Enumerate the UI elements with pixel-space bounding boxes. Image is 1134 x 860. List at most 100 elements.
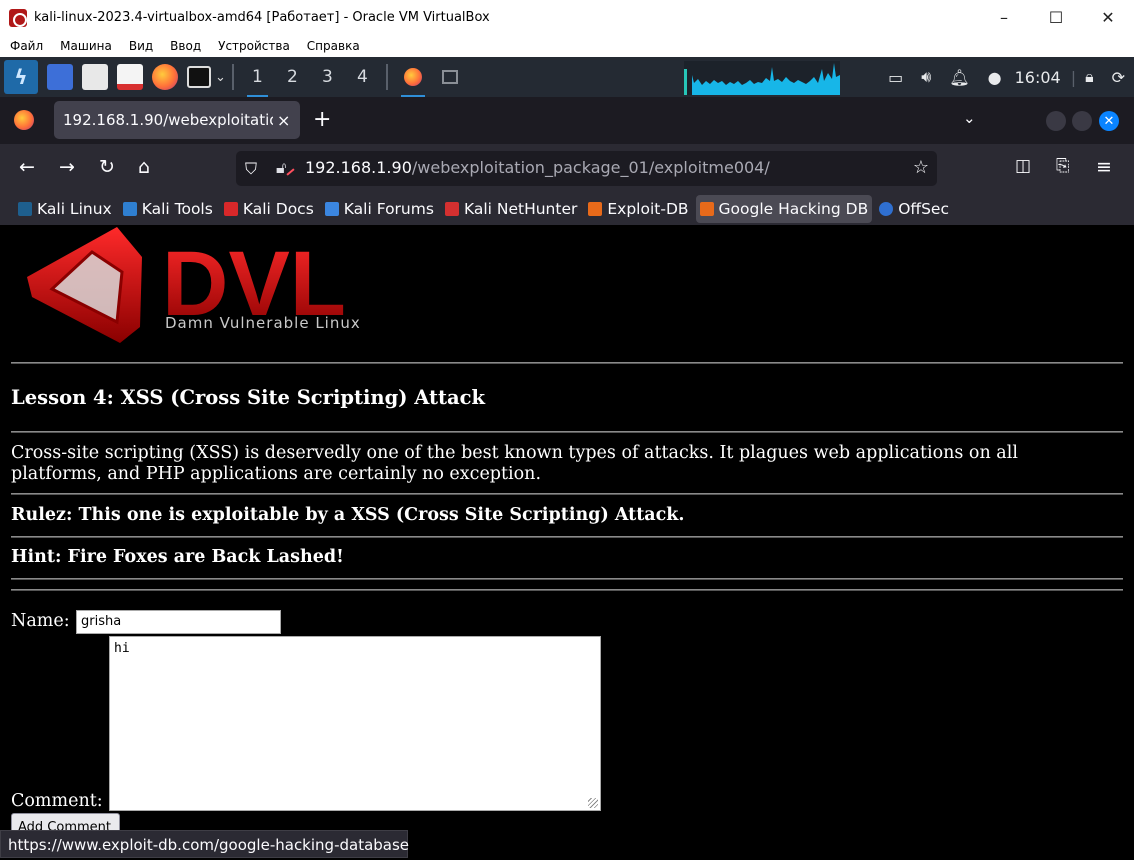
back-button[interactable]: ← bbox=[19, 156, 35, 178]
divider bbox=[11, 578, 1123, 580]
menu-file[interactable]: Файл bbox=[10, 39, 43, 53]
logout-icon[interactable]: ⟳ bbox=[1112, 68, 1125, 87]
window-minimize-button[interactable] bbox=[1046, 111, 1066, 131]
bookmark-star-icon[interactable]: ☆ bbox=[913, 157, 929, 178]
lesson-title: Lesson 4: XSS (Cross Site Scripting) Att… bbox=[11, 386, 486, 409]
intro-paragraph: Cross-site scripting (XSS) is deservedly… bbox=[11, 443, 1018, 484]
tracking-protection-shield-icon[interactable]: ⛉ bbox=[245, 159, 257, 179]
workspace-3[interactable]: 3 bbox=[310, 57, 345, 97]
link-status-bar: https://www.exploit-db.com/google-hackin… bbox=[0, 830, 409, 858]
show-desktop-icon[interactable] bbox=[47, 64, 73, 90]
bookmark-kali-forums[interactable]: Kali Forums bbox=[321, 195, 438, 223]
exploit-db-icon bbox=[588, 201, 603, 216]
close-button[interactable]: ✕ bbox=[1082, 0, 1134, 35]
menu-help[interactable]: Справка bbox=[307, 39, 360, 53]
network-monitor-graph bbox=[684, 61, 840, 95]
name-input[interactable]: grisha bbox=[76, 610, 281, 634]
comment-textarea[interactable]: hi bbox=[109, 636, 601, 811]
workspace-1[interactable]: 1 bbox=[240, 57, 275, 97]
menu-input[interactable]: Ввод bbox=[170, 39, 201, 53]
url-text[interactable]: 192.168.1.90/webexploitation_package_01/… bbox=[305, 158, 770, 177]
bookmark-label: Kali Linux bbox=[37, 199, 112, 218]
hamburger-menu-icon[interactable]: ≡ bbox=[1096, 156, 1112, 178]
url-host: 192.168.1.90 bbox=[305, 158, 412, 177]
google-hacking-db-icon bbox=[699, 201, 714, 216]
taskbar-firefox-window[interactable] bbox=[394, 57, 432, 97]
comment-label: Comment: bbox=[11, 791, 103, 811]
window-maximize-button[interactable] bbox=[1072, 111, 1092, 131]
kali-menu-icon[interactable]: ϟ bbox=[4, 60, 38, 94]
menu-devices[interactable]: Устройства bbox=[218, 39, 290, 53]
display-icon[interactable]: ▭ bbox=[888, 68, 903, 87]
volume-icon[interactable]: 🔊︎ bbox=[921, 67, 931, 87]
rulez-text: Rulez: This one is exploitable by a XSS … bbox=[11, 505, 685, 525]
bookmark-label: Kali Docs bbox=[242, 199, 314, 218]
taskbar-terminal-window[interactable] bbox=[432, 57, 468, 97]
extensions-icon[interactable]: ⎘ bbox=[1056, 156, 1070, 176]
new-tab-button[interactable]: + bbox=[313, 107, 331, 132]
bookmark-label: Exploit-DB bbox=[607, 199, 689, 218]
divider bbox=[11, 536, 1123, 538]
dvl-logo: DVL Damn Vulnerable Linux bbox=[27, 227, 361, 343]
window-close-button[interactable]: ✕ bbox=[1099, 111, 1119, 131]
resize-grip-icon[interactable] bbox=[588, 798, 598, 808]
tab-label: 192.168.1.90/webexploitation_package_01/… bbox=[63, 111, 273, 129]
url-path: /webexploitation_package_01/exploitme004… bbox=[411, 158, 770, 177]
bookmark-kali-docs[interactable]: Kali Docs bbox=[220, 195, 318, 223]
bookmark-label: Kali Tools bbox=[141, 199, 213, 218]
menu-machine[interactable]: Машина bbox=[60, 39, 112, 53]
workspace-2[interactable]: 2 bbox=[275, 57, 310, 97]
page-content: DVL Damn Vulnerable Linux Lesson 4: XSS … bbox=[0, 225, 1134, 860]
bookmark-label: Kali NetHunter bbox=[463, 199, 578, 218]
bookmark-kali-nethunter[interactable]: Kali NetHunter bbox=[441, 195, 581, 223]
bookmarks-toolbar: Kali Linux Kali Tools Kali Docs Kali For… bbox=[0, 192, 1134, 225]
menu-view[interactable]: Вид bbox=[129, 39, 153, 53]
firefox-icon[interactable] bbox=[152, 64, 178, 90]
kali-forums-icon bbox=[324, 201, 339, 216]
name-label: Name: bbox=[11, 611, 70, 631]
bookmark-exploit-db[interactable]: Exploit-DB bbox=[584, 195, 692, 223]
insecure-lock-icon[interactable]: 🔓︎ bbox=[276, 158, 286, 178]
firefox-view-icon[interactable] bbox=[14, 110, 34, 130]
bookmark-google-hacking-db[interactable]: Google Hacking DB bbox=[695, 194, 873, 223]
panel-separator bbox=[231, 64, 234, 90]
pocket-icon[interactable]: ◫ bbox=[1015, 156, 1031, 176]
file-manager-icon[interactable] bbox=[82, 64, 108, 90]
url-bar[interactable]: ⛉ 🔓︎ 192.168.1.90/webexploitation_packag… bbox=[236, 151, 937, 186]
hint-text: Hint: Fire Foxes are Back Lashed! bbox=[11, 547, 344, 567]
lock-screen-icon[interactable]: 🔒︎ bbox=[1085, 67, 1094, 87]
divider bbox=[11, 589, 1123, 591]
window-title: kali-linux-2023.4-virtualbox-amd64 [Рабо… bbox=[34, 10, 490, 25]
home-button[interactable]: ⌂ bbox=[138, 156, 150, 178]
kali-linux-icon bbox=[18, 201, 32, 216]
notification-bell-icon[interactable]: 🔔︎ bbox=[949, 68, 969, 87]
chevron-down-icon[interactable]: ⌄ bbox=[215, 70, 226, 85]
virtualbox-menubar: Файл Машина Вид Ввод Устройства Справка bbox=[0, 35, 1134, 57]
bookmark-offsec[interactable]: OffSec bbox=[875, 195, 953, 223]
virtualbox-icon bbox=[9, 8, 27, 27]
comment-text: hi bbox=[114, 641, 130, 656]
panel-separator bbox=[385, 64, 388, 90]
text-editor-icon[interactable] bbox=[117, 64, 143, 90]
workspace-4[interactable]: 4 bbox=[345, 57, 380, 97]
reload-button[interactable]: ↻ bbox=[99, 156, 115, 178]
power-manager-icon[interactable]: ● bbox=[988, 68, 1002, 87]
minimize-button[interactable]: – bbox=[978, 0, 1030, 35]
bookmark-kali-tools[interactable]: Kali Tools bbox=[119, 195, 217, 223]
tab-exploitme004[interactable]: 192.168.1.90/webexploitation_package_01/… bbox=[54, 101, 300, 139]
firefox-navbar: ← → ↻ ⌂ ⛉ 🔓︎ 192.168.1.90/webexploitatio… bbox=[0, 144, 1134, 192]
kali-docs-icon bbox=[223, 201, 238, 216]
bookmark-label: OffSec bbox=[898, 199, 949, 218]
list-all-tabs-chevron-icon[interactable]: ⌄ bbox=[963, 109, 976, 127]
logo-subtitle: Damn Vulnerable Linux bbox=[165, 314, 361, 332]
offsec-icon bbox=[879, 201, 894, 216]
terminal-icon bbox=[441, 70, 458, 84]
terminal-icon[interactable] bbox=[187, 66, 211, 88]
forward-button[interactable]: → bbox=[59, 156, 75, 178]
clock[interactable]: 16:04 bbox=[1015, 68, 1061, 87]
bookmark-kali-linux[interactable]: Kali Linux bbox=[14, 195, 116, 223]
tab-close-icon[interactable]: × bbox=[277, 111, 290, 130]
bookmark-label: Google Hacking DB bbox=[718, 199, 869, 218]
maximize-button[interactable]: ☐ bbox=[1030, 0, 1082, 35]
divider bbox=[11, 493, 1123, 495]
